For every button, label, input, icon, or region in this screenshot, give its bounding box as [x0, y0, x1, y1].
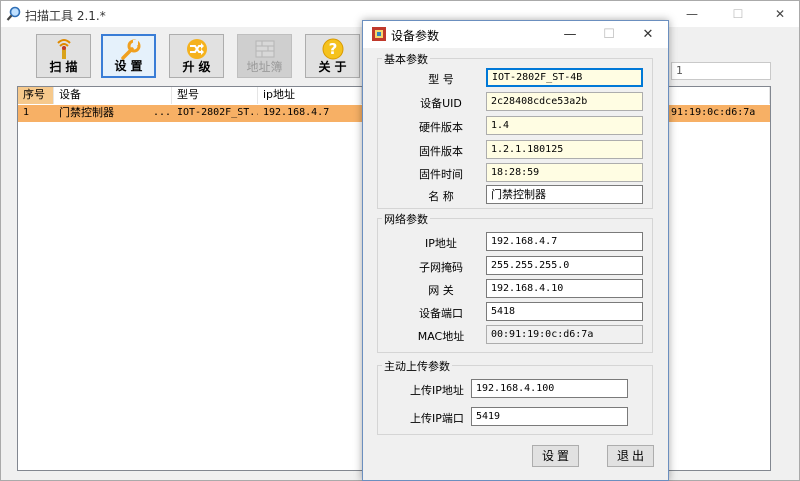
row-model: IOT-2802F_ST...	[177, 107, 258, 118]
uid-label: 设备UID	[420, 97, 462, 110]
address-book-button[interactable]: 地址簿	[237, 34, 292, 78]
minimize-button[interactable]: —	[669, 1, 715, 27]
scan-label: 扫描	[49, 60, 82, 74]
ip-field[interactable]: 192.168.4.7	[486, 232, 643, 251]
gateway-label: 网 关	[428, 284, 454, 297]
dialog-minimize-button[interactable]: —	[550, 21, 590, 48]
app-title: 扫描工具 2.1.*	[25, 9, 106, 23]
network-params-group: 网络参数 IP地址 192.168.4.7 子网掩码 255.255.255.0…	[377, 211, 653, 353]
set-button[interactable]: 设置	[532, 445, 579, 467]
row-mac: 91:19:0c:d6:7a	[671, 107, 756, 118]
dialog-close-button[interactable]: ✕	[628, 21, 668, 48]
upgrade-button[interactable]: 升级	[169, 34, 224, 78]
model-label: 型 号	[428, 73, 454, 86]
firmware-version-label: 固件版本	[419, 145, 463, 158]
upload-port-field[interactable]: 5419	[471, 407, 628, 426]
brick-wall-icon	[255, 40, 275, 58]
name-field[interactable]: 门禁控制器	[486, 185, 643, 204]
settings-button[interactable]: 设置	[101, 34, 156, 78]
dialog-maximize-button[interactable]: ☐	[589, 21, 629, 48]
device-port-field[interactable]: 5418	[486, 302, 643, 321]
dialog-titlebar: 设备参数 — ☐ ✕	[363, 21, 668, 48]
question-icon: ?	[322, 38, 344, 60]
firmware-time-field[interactable]: 18:28:59	[486, 163, 643, 182]
name-label: 名 称	[428, 190, 454, 203]
firmware-time-label: 固件时间	[419, 168, 463, 181]
upload-params-group: 主动上传参数 上传IP地址 192.168.4.100 上传IP端口 5419	[377, 358, 653, 435]
shuffle-icon	[187, 39, 207, 59]
ip-label: IP地址	[425, 237, 457, 250]
subnet-mask-field[interactable]: 255.255.255.0	[486, 256, 643, 275]
firmware-version-field[interactable]: 1.2.1.180125	[486, 140, 643, 159]
settings-label: 设置	[114, 59, 147, 73]
upload-ip-field[interactable]: 192.168.4.100	[471, 379, 628, 398]
upload-ip-label: 上传IP地址	[410, 384, 464, 397]
upload-params-title: 主动上传参数	[382, 358, 452, 374]
device-params-dialog: 设备参数 — ☐ ✕ 基本参数 型 号 IOT-2802F_ST-4B 设备UI…	[362, 20, 669, 481]
mac-label: MAC地址	[417, 330, 465, 343]
upgrade-label: 升级	[182, 60, 215, 74]
row-index: 1	[23, 107, 30, 118]
about-button[interactable]: ? 关于	[305, 34, 360, 78]
row-ip: 192.168.4.7	[263, 107, 330, 118]
magnifier-icon	[6, 6, 21, 21]
hardware-version-field[interactable]: 1.4	[486, 116, 643, 135]
close-button[interactable]: ✕	[757, 1, 800, 27]
model-field[interactable]: IOT-2802F_ST-4B	[486, 68, 643, 87]
row-device-ellipsis: ...	[153, 107, 172, 118]
app-window-icon	[372, 27, 386, 41]
scan-button[interactable]: 扫描	[36, 34, 91, 78]
subnet-mask-label: 子网掩码	[419, 261, 463, 274]
status-field[interactable]: 1	[671, 62, 771, 80]
basic-params-group: 基本参数 型 号 IOT-2802F_ST-4B 设备UID 2c28408cd…	[377, 51, 653, 209]
network-params-title: 网络参数	[382, 211, 430, 227]
basic-params-title: 基本参数	[382, 51, 430, 67]
gateway-field[interactable]: 192.168.4.10	[486, 279, 643, 298]
svg-text:?: ?	[329, 40, 338, 58]
address-book-label: 地址簿	[246, 60, 283, 74]
column-header-model[interactable]: 型号	[172, 87, 258, 104]
antenna-icon	[57, 39, 71, 59]
maximize-button[interactable]: ☐	[715, 1, 761, 27]
exit-button[interactable]: 退出	[607, 445, 654, 467]
mac-field[interactable]: 00:91:19:0c:d6:7a	[486, 325, 643, 344]
column-header-index[interactable]: 序号	[18, 87, 54, 104]
column-header-ip[interactable]: ip地址	[258, 87, 362, 104]
uid-field[interactable]: 2c28408cdce53a2b	[486, 92, 643, 111]
dialog-title: 设备参数	[391, 29, 440, 43]
column-header-device[interactable]: 设备	[54, 87, 172, 104]
about-label: 关于	[318, 60, 351, 74]
upload-port-label: 上传IP端口	[410, 412, 464, 425]
hardware-version-label: 硬件版本	[419, 121, 463, 134]
row-device: 门禁控制器	[59, 106, 114, 119]
device-port-label: 设备端口	[419, 307, 463, 320]
